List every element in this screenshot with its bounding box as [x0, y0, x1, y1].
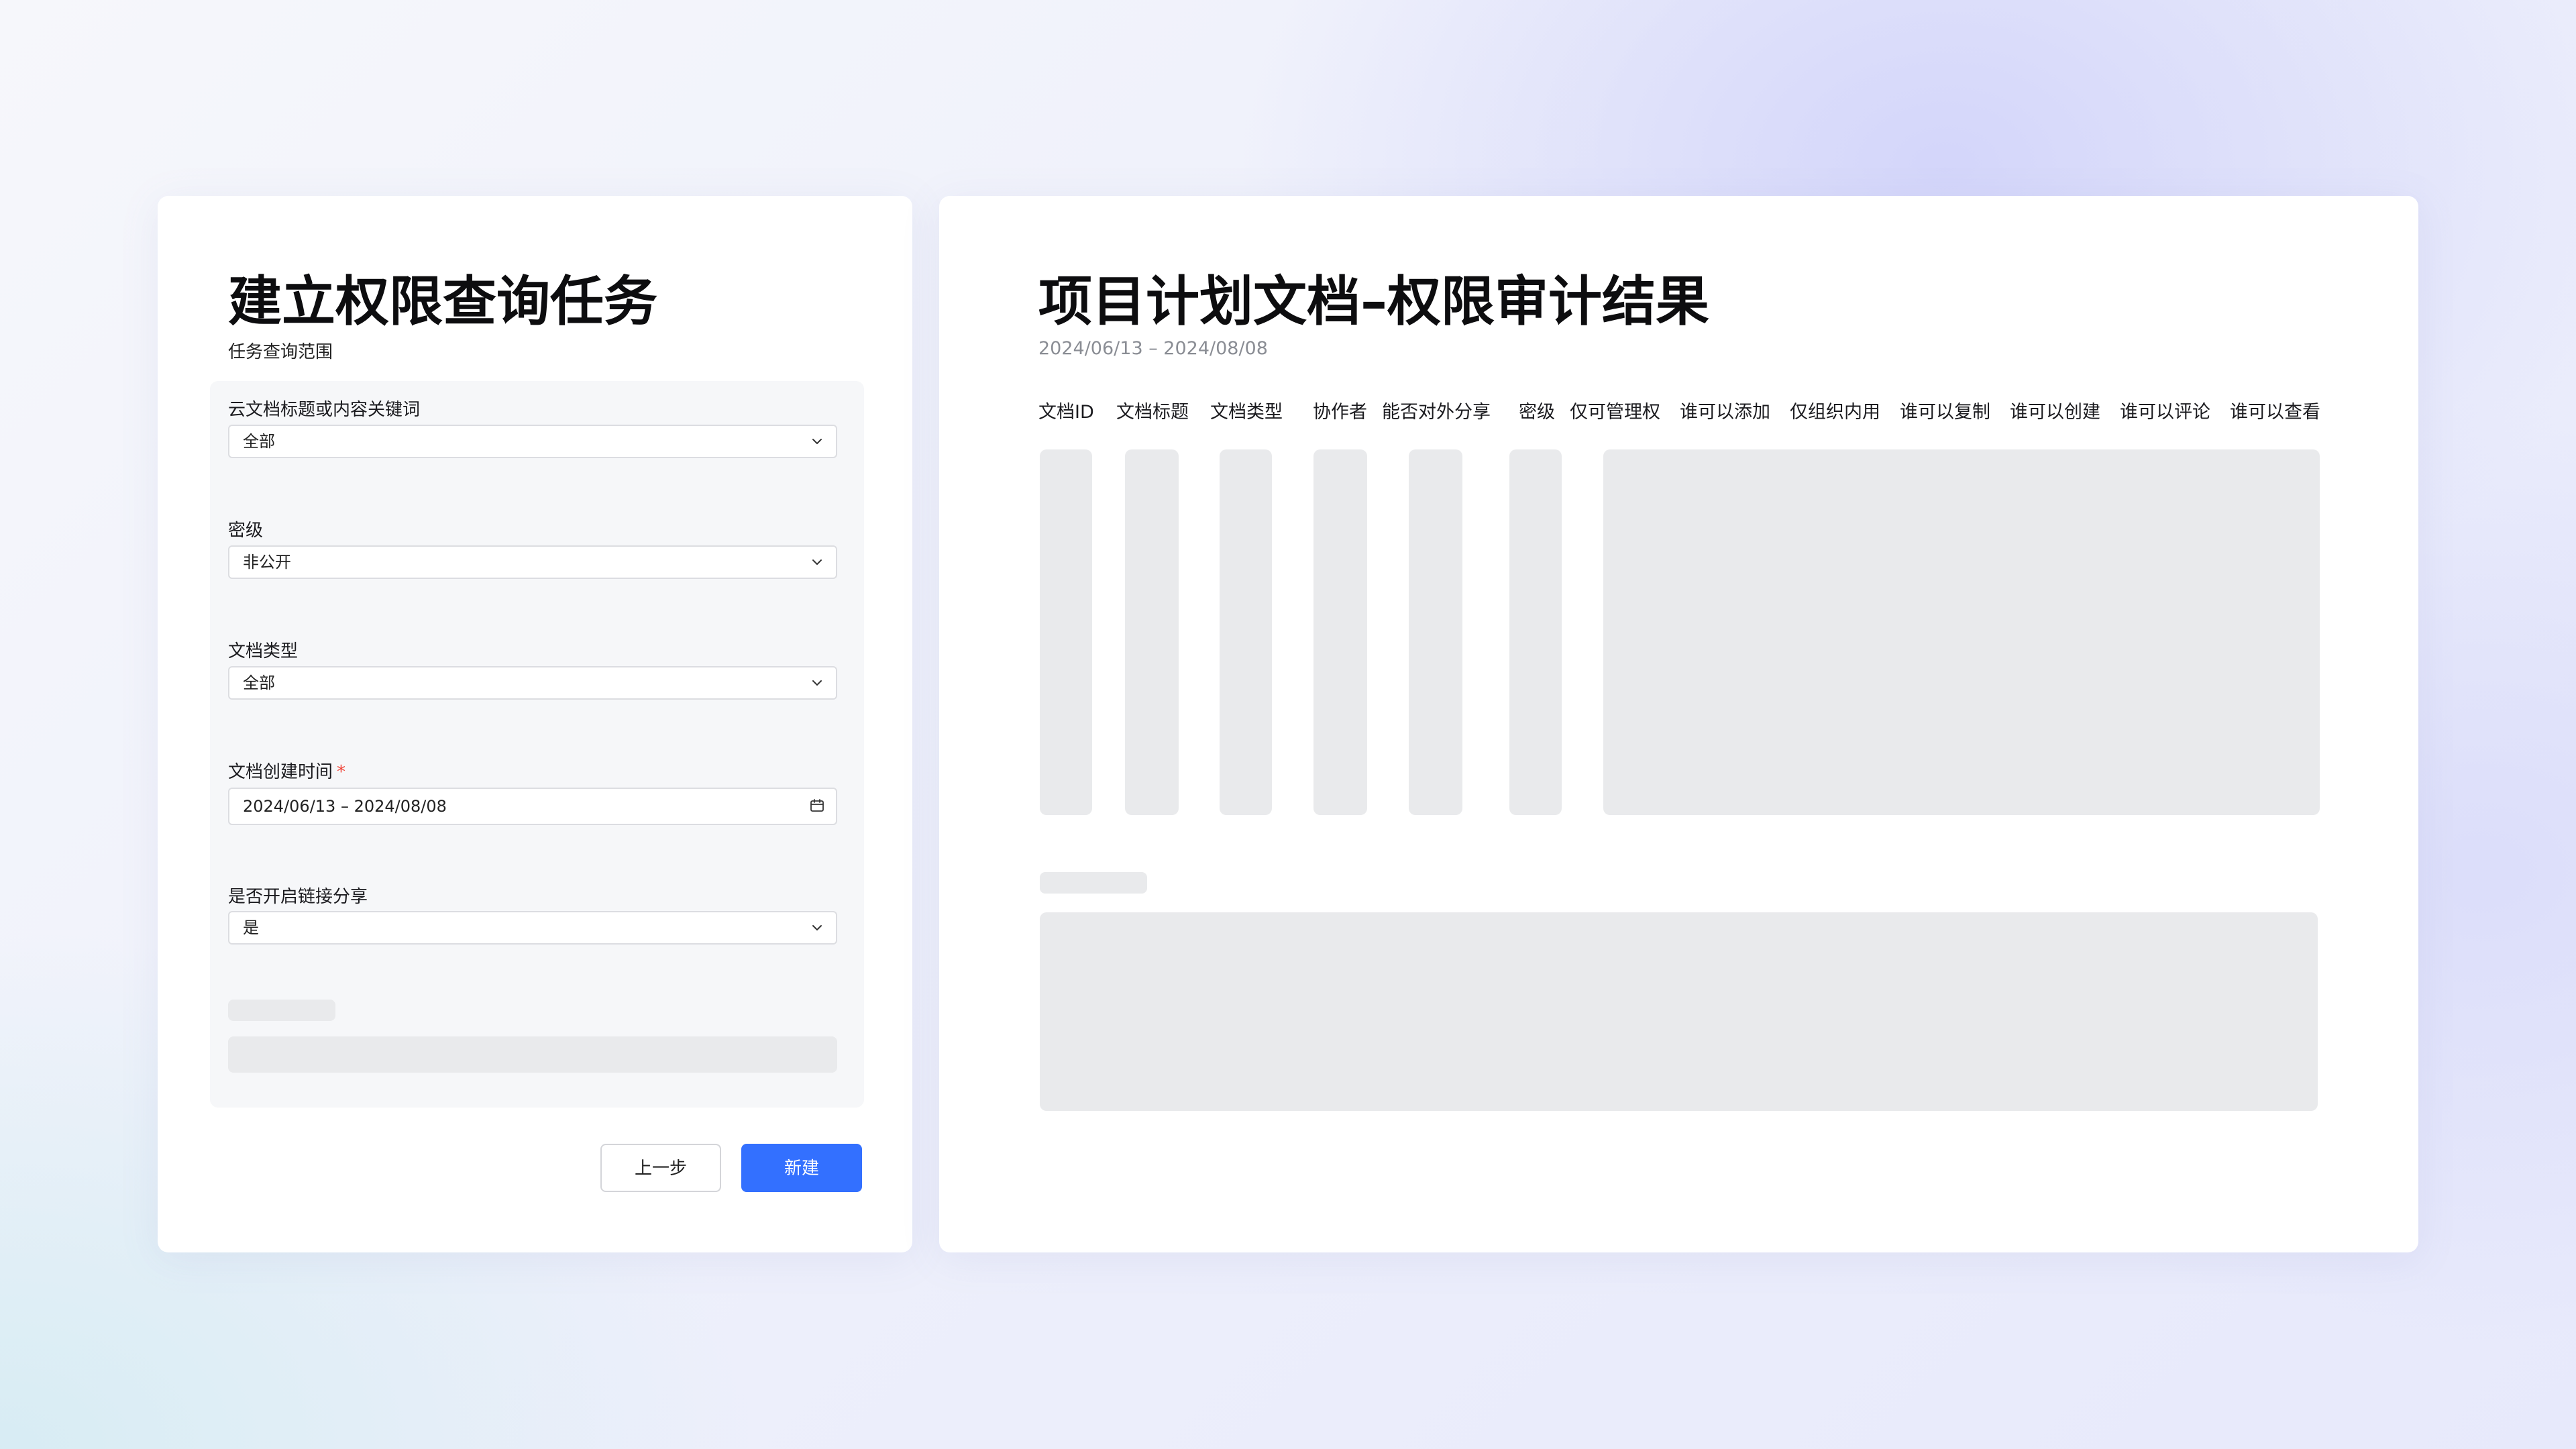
skeleton-block [1603, 449, 2320, 815]
chevron-down-icon [812, 439, 822, 444]
skeleton-label [228, 1000, 335, 1021]
chevron-down-icon [812, 680, 822, 686]
section-subtitle: 任务查询范围 [228, 342, 333, 362]
create-button[interactable]: 新建 [741, 1144, 862, 1192]
keyword-label: 云文档标题或内容关键词 [228, 400, 421, 420]
skeleton-field [228, 1036, 837, 1073]
create-task-card: 建立权限查询任务 任务查询范围 云文档标题或内容关键词 全部 密级 非公开 文档… [158, 196, 912, 1252]
page-title: 建立权限查询任务 [228, 270, 657, 333]
prev-step-button[interactable]: 上一步 [600, 1144, 721, 1192]
link-share-label: 是否开启链接分享 [228, 887, 368, 907]
link-share-select-value: 是 [243, 918, 259, 937]
created-time-label: 文档创建时间 * [228, 758, 345, 783]
column-header: 文档类型 [1210, 402, 1283, 423]
skeleton-column [1125, 449, 1179, 815]
column-header: 协作者 [1313, 402, 1367, 423]
column-header: 文档标题 [1116, 402, 1189, 423]
column-header: 密级 [1519, 402, 1555, 423]
column-header: 谁可以添加 [1680, 402, 1770, 423]
security-level-select[interactable]: 非公开 [228, 545, 837, 579]
column-header: 仅可管理权 [1570, 402, 1660, 423]
skeleton-column [1220, 449, 1272, 815]
required-mark: * [337, 762, 346, 782]
date-range-value: 2024/06/13 – 2024/08/08 [243, 797, 447, 816]
column-header: 谁可以评论 [2120, 402, 2210, 423]
query-scope-form: 云文档标题或内容关键词 全部 密级 非公开 文档类型 全部 文档创建时间 * 2… [210, 381, 864, 1108]
column-header: 谁可以查看 [2230, 402, 2320, 423]
doc-type-label: 文档类型 [228, 641, 299, 661]
skeleton-column [1313, 449, 1367, 815]
table-header: 文档ID 文档标题 文档类型 协作者 能否对外分享 密级 仅可管理权 谁可以添加… [939, 397, 2418, 424]
created-time-label-text: 文档创建时间 [228, 762, 333, 782]
result-title: 项目计划文档–权限审计结果 [1038, 270, 1709, 333]
skeleton-column [1409, 449, 1462, 815]
link-share-select[interactable]: 是 [228, 911, 837, 945]
column-header: 仅组织内用 [1790, 402, 1880, 423]
column-header: 能否对外分享 [1382, 402, 1491, 423]
security-level-select-value: 非公开 [243, 553, 291, 572]
chevron-down-icon [812, 925, 822, 930]
skeleton-column [1040, 449, 1092, 815]
column-header: 谁可以复制 [1900, 402, 1990, 423]
security-level-label: 密级 [228, 521, 264, 541]
column-header: 文档ID [1038, 402, 1094, 423]
date-range-subtitle: 2024/06/13 – 2024/08/08 [1038, 338, 1268, 359]
keyword-select[interactable]: 全部 [228, 425, 837, 458]
skeleton-label [1040, 872, 1147, 894]
skeleton-column [1509, 449, 1562, 815]
doc-type-select[interactable]: 全部 [228, 666, 837, 700]
column-header: 谁可以创建 [2010, 402, 2100, 423]
audit-result-card: 项目计划文档–权限审计结果 2024/06/13 – 2024/08/08 文档… [939, 196, 2418, 1252]
date-range-picker[interactable]: 2024/06/13 – 2024/08/08 [228, 788, 837, 825]
doc-type-select-value: 全部 [243, 674, 275, 692]
calendar-icon [810, 799, 824, 812]
skeleton-panel [1040, 912, 2318, 1111]
chevron-down-icon [812, 559, 822, 565]
keyword-select-value: 全部 [243, 432, 275, 451]
